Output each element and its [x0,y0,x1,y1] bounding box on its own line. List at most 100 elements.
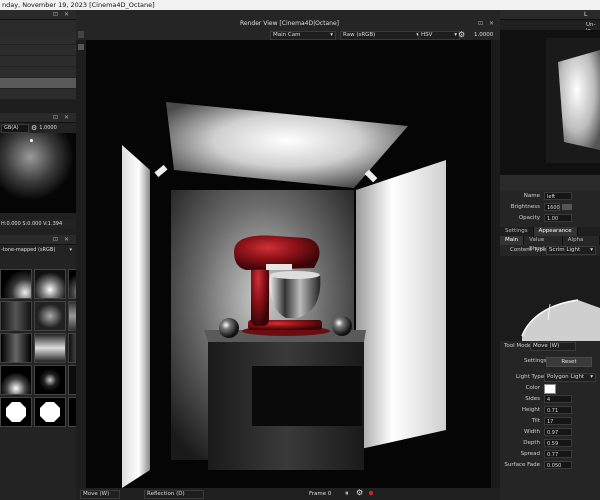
float-icon[interactable]: ⊡ [478,20,483,27]
texture-tile[interactable] [68,269,76,299]
prop-row: Width 0.97 [500,427,600,438]
texture-tile[interactable] [34,397,66,427]
exposure-value[interactable]: 1.0000 [39,125,57,131]
prop-row: Height 0.71 [500,405,600,416]
tab-value-blend[interactable]: Value Blend [524,236,563,252]
pause-icon[interactable]: ⏸ [345,489,349,498]
prop-field[interactable]: 0.050 [544,461,572,469]
close-icon[interactable]: ✕ [64,11,69,18]
prop-field[interactable]: 17 [544,417,572,425]
float-icon[interactable]: ⊡ [53,114,58,121]
select-tool-icon[interactable] [78,44,84,50]
name-field[interactable]: left [544,192,572,200]
texture-tile[interactable] [0,333,32,363]
mode-select[interactable]: HSV ▾ [418,31,460,40]
close-icon[interactable]: ✕ [64,236,69,243]
coords-row: H:0.000 S:0.000 V:1.394 [0,219,76,229]
texture-tile[interactable] [68,365,76,395]
color-space-select[interactable]: GB(A) [1,123,29,133]
list-item-selected[interactable] [0,78,76,89]
render-view-header: Render View [Cinema4D|Octane] ⊡ ✕ [76,10,500,30]
exposure-value[interactable]: 1.0000 [474,32,493,38]
list-item[interactable] [0,34,76,45]
prop-field[interactable]: 0.71 [544,406,572,414]
opacity-field[interactable]: 1.00 [544,214,572,222]
render-image[interactable] [86,40,491,488]
texture-tile[interactable] [34,365,66,395]
tab-main[interactable]: Main [500,236,525,245]
texture-tile[interactable] [68,333,76,363]
list-item[interactable] [0,45,76,56]
hdri-toolbar: GB(A) ⚙ 1.0000 [0,123,76,133]
opacity-label: Opacity [518,215,540,221]
list-item[interactable] [0,67,76,78]
light-type-label: Light Type [516,374,545,380]
prop-field[interactable]: 0.59 [544,439,572,447]
texture-tile[interactable] [34,333,66,363]
light-preview[interactable] [500,30,600,175]
prop-label: Surface Fade [504,462,540,468]
tab-appearance[interactable]: Appearance [533,227,578,236]
texture-tile[interactable] [34,301,66,331]
prop-row: Spread 0.77 [500,449,600,460]
light-type-row: Light Type Polygon Light ▾ [500,372,600,383]
tone-mode-select[interactable]: -tone-mapped (sRGB) [1,247,55,253]
camera-select[interactable]: Main Cam ▾ [270,31,336,40]
list-item[interactable] [0,56,76,67]
settings-label: Settings [524,358,547,364]
reflection-select[interactable]: Reflection (D) [144,490,204,499]
texture-tile[interactable] [0,269,32,299]
color-row: Color [500,383,600,394]
prop-field[interactable]: 4 [544,395,572,403]
texture-tile[interactable] [0,301,32,331]
tab-alpha-multi[interactable]: Alpha Multi [563,236,600,252]
content-type-label: Content Type [510,247,547,253]
chevron-down-icon: ▾ [590,374,593,380]
record-icon[interactable] [369,491,373,495]
color-swatch[interactable] [544,384,556,394]
settings-icon[interactable]: ⚙ [31,124,37,132]
render-toolbar: Main Cam ▾ Raw (sRGB)▾ HSV ▾ ⚙ 1.0000 [76,30,500,40]
content-type-select[interactable]: Scrim Light ▾ [546,246,596,255]
reset-button[interactable]: Reset [546,357,592,367]
light-type-value: Polygon Light [547,374,585,380]
brightness-field[interactable]: 1600 [544,203,560,211]
texture-tile[interactable] [34,269,66,299]
brush-tool-icon[interactable] [78,31,84,38]
spacer [0,100,76,113]
panel-header: L [500,10,600,20]
settings-row: Settings Reset [500,356,600,368]
settings-icon[interactable]: ⚙ [356,488,363,497]
tool-mode-label: Tool Mode [504,343,532,349]
list-item[interactable] [0,89,76,100]
texture-tile[interactable] [0,397,32,427]
prop-row: Sides 4 [500,394,600,405]
tool-mode-select[interactable]: Move (W) [530,342,576,351]
color-space-select[interactable]: Raw (sRGB)▾ [340,31,422,40]
scrim-shape-editor[interactable] [500,256,600,341]
brightness-slider[interactable] [562,204,572,210]
settings-icon[interactable]: ⚙ [458,30,465,39]
texture-tile[interactable] [68,301,76,331]
close-icon[interactable]: ✕ [64,114,69,121]
prop-label: Height [521,407,540,413]
chevron-down-icon[interactable]: ▾ [69,247,72,253]
toolbar-area [0,20,76,34]
texture-grid [0,269,76,427]
camera-label: Main Cam [273,32,301,38]
prop-field[interactable]: 0.97 [544,428,572,436]
float-icon[interactable]: ⊡ [53,11,58,18]
move-mode-select[interactable]: Move (W) [80,490,120,499]
tab-settings[interactable]: Settings [500,227,534,236]
left-panel: ⊡ ✕ ⊡ ✕ GB(A) ⚙ 1.0000 H:0.000 S:0.000 V… [0,10,76,500]
texture-tile[interactable] [0,365,32,395]
close-icon[interactable]: ✕ [489,20,494,27]
hdri-preview[interactable] [0,133,76,213]
float-icon[interactable]: ⊡ [53,236,58,243]
prop-field[interactable]: 0.77 [544,450,572,458]
texture-tile[interactable] [68,397,76,427]
prop-label: Tilt [531,418,540,424]
prop-label: Depth [523,440,540,446]
light-type-select[interactable]: Polygon Light ▾ [544,373,596,382]
settings-tabs: Settings Appearance [500,227,600,236]
